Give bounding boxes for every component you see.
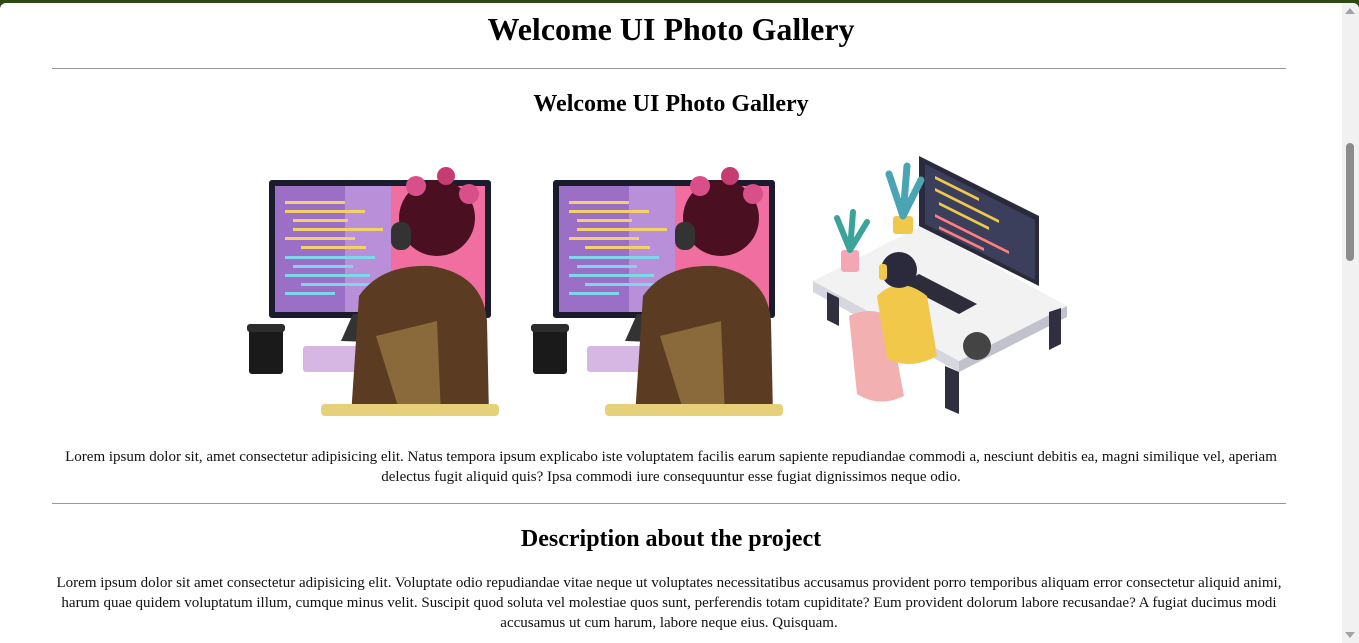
description-text: Lorem ipsum dolor sit amet consectetur a… <box>56 575 1282 631</box>
top-divider <box>52 68 1286 69</box>
developer-at-computer-image <box>241 146 503 416</box>
browser-viewport: Welcome UI Photo Gallery Welcome UI Phot… <box>0 3 1359 643</box>
gallery-title: Welcome UI Photo Gallery <box>533 91 809 117</box>
gallery-caption: Lorem ipsum dolor sit, amet consectetur … <box>65 449 1277 485</box>
vertical-scrollbar[interactable] <box>1342 3 1359 643</box>
gallery-photo-1[interactable] <box>241 146 503 416</box>
description-title: Description about the project <box>520 526 822 552</box>
scroll-up-arrow-icon[interactable] <box>1345 8 1355 14</box>
photo-gallery <box>241 146 1071 416</box>
gallery-photo-3[interactable] <box>809 146 1071 416</box>
page-content: Welcome UI Photo Gallery Welcome UI Phot… <box>0 3 1342 643</box>
scrollbar-thumb[interactable] <box>1346 143 1354 261</box>
scroll-down-arrow-icon[interactable] <box>1345 632 1355 638</box>
developer-at-computer-image <box>525 146 787 416</box>
gallery-photo-2[interactable] <box>525 146 787 416</box>
page-title: Welcome UI Photo Gallery <box>487 11 855 47</box>
developer-at-desk-image <box>809 146 1071 416</box>
middle-divider <box>52 503 1286 504</box>
